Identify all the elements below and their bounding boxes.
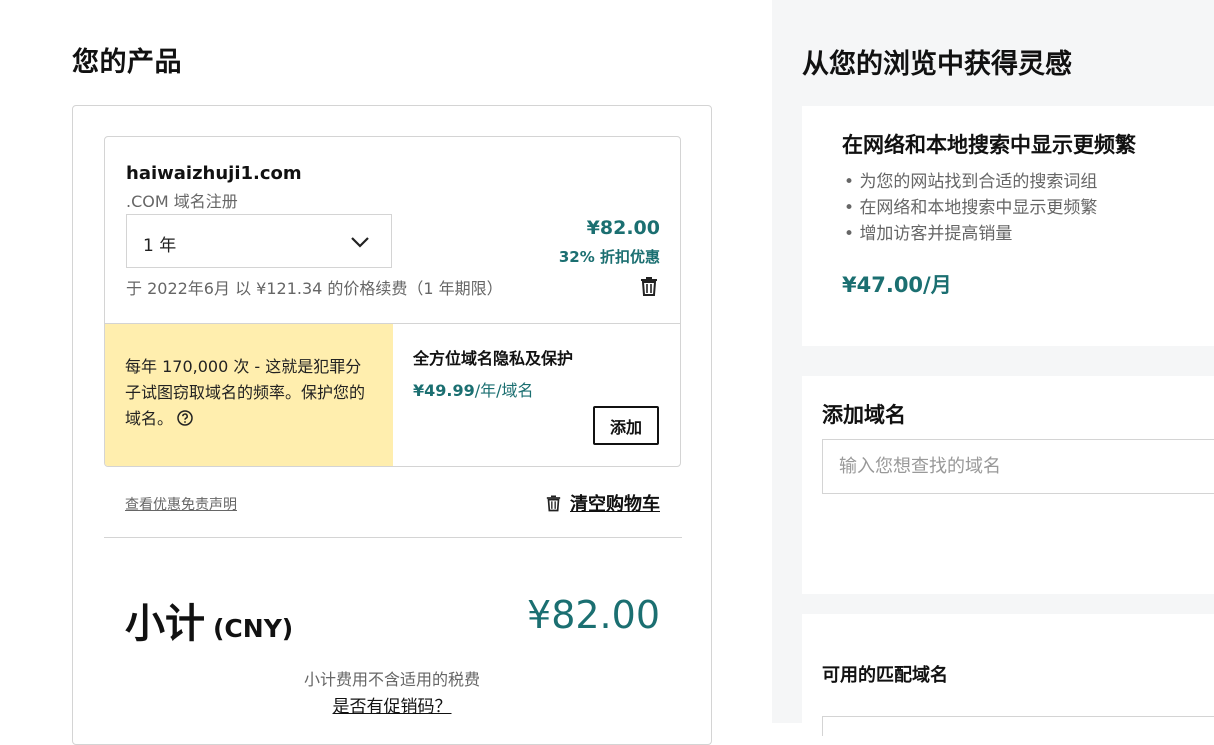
list-item: 增加访客并提高销量 <box>844 221 1097 247</box>
subtotal-label: 小计 (CNY) <box>125 591 293 649</box>
cart-card: haiwaizhuji1.com .COM 域名注册 1 年 ¥82.00 32… <box>72 105 712 745</box>
privacy-title: 全方位域名隐私及保护 <box>413 349 574 368</box>
chevron-down-icon <box>351 237 369 248</box>
inspiration-panel: 从您的浏览中获得灵感 在网络和本地搜索中显示更频繁 为您的网站找到合适的搜索词组… <box>772 0 1214 736</box>
trash-icon <box>546 495 561 512</box>
term-value: 1 年 <box>143 236 177 256</box>
divider <box>104 537 682 538</box>
seo-benefits-list: 为您的网站找到合适的搜索词组 在网络和本地搜索中显示更频繁 增加访客并提高销量 <box>844 169 1097 247</box>
trash-icon[interactable] <box>640 276 658 296</box>
disclaimer-link[interactable]: 查看优惠免责声明 <box>125 494 237 514</box>
seo-offer-price: ¥47.00/月 <box>842 273 952 297</box>
domain-name: haiwaizhuji1.com <box>126 163 302 184</box>
matching-domains-card: 可用的匹配域名 <box>802 614 1214 736</box>
privacy-note: 每年 170,000 次 - 这就是犯罪分子试图窃取域名的频率。保护您的域名。 <box>105 324 393 466</box>
add-domain-title: 添加域名 <box>822 403 906 427</box>
inspiration-title: 从您的浏览中获得灵感 <box>802 49 1072 80</box>
item-price: ¥82.00 <box>586 217 660 239</box>
privacy-price: ¥49.99/年/域名 <box>413 377 534 401</box>
promo-code-link[interactable]: 是否有促销码？ <box>73 692 711 717</box>
privacy-price-unit: /年/域名 <box>474 381 534 400</box>
add-privacy-button[interactable]: 添加 <box>593 406 659 445</box>
term-select[interactable]: 1 年 <box>126 214 392 268</box>
matching-domains-title: 可用的匹配域名 <box>822 665 948 686</box>
product-type: .COM 域名注册 <box>126 192 238 211</box>
domain-search-input[interactable] <box>822 439 1214 494</box>
add-domain-card: 添加域名 <box>802 376 1214 594</box>
renewal-note: 于 2022年6月 以 ¥121.34 的价格续费（1 年期限） <box>126 279 503 298</box>
privacy-note-text: 每年 170,000 次 - 这就是犯罪分子试图窃取域名的频率。保护您的域名。 <box>125 357 366 428</box>
list-item: 为您的网站找到合适的搜索词组 <box>844 169 1097 195</box>
subtotal-text: 小计 <box>125 601 205 647</box>
cart-title: 您的产品 <box>72 47 182 78</box>
question-circle-icon[interactable] <box>177 410 193 426</box>
privacy-price-amount: ¥49.99 <box>413 381 475 400</box>
subtotal-value: ¥82.00 <box>527 593 660 637</box>
clear-cart-button[interactable]: 清空购物车 <box>546 490 660 516</box>
list-item: 在网络和本地搜索中显示更频繁 <box>844 195 1097 221</box>
subtotal-currency: (CNY) <box>213 614 294 643</box>
cart-item: haiwaizhuji1.com .COM 域名注册 1 年 ¥82.00 32… <box>104 136 681 467</box>
seo-offer-card[interactable]: 在网络和本地搜索中显示更频繁 为您的网站找到合适的搜索词组 在网络和本地搜索中显… <box>802 106 1214 346</box>
matching-domain-row[interactable] <box>822 716 1214 736</box>
discount-badge: 32% 折扣优惠 <box>558 248 660 266</box>
clear-cart-label: 清空购物车 <box>570 494 660 515</box>
tax-note: 小计费用不含适用的税费 <box>303 670 480 689</box>
seo-offer-title: 在网络和本地搜索中显示更频繁 <box>842 133 1136 157</box>
